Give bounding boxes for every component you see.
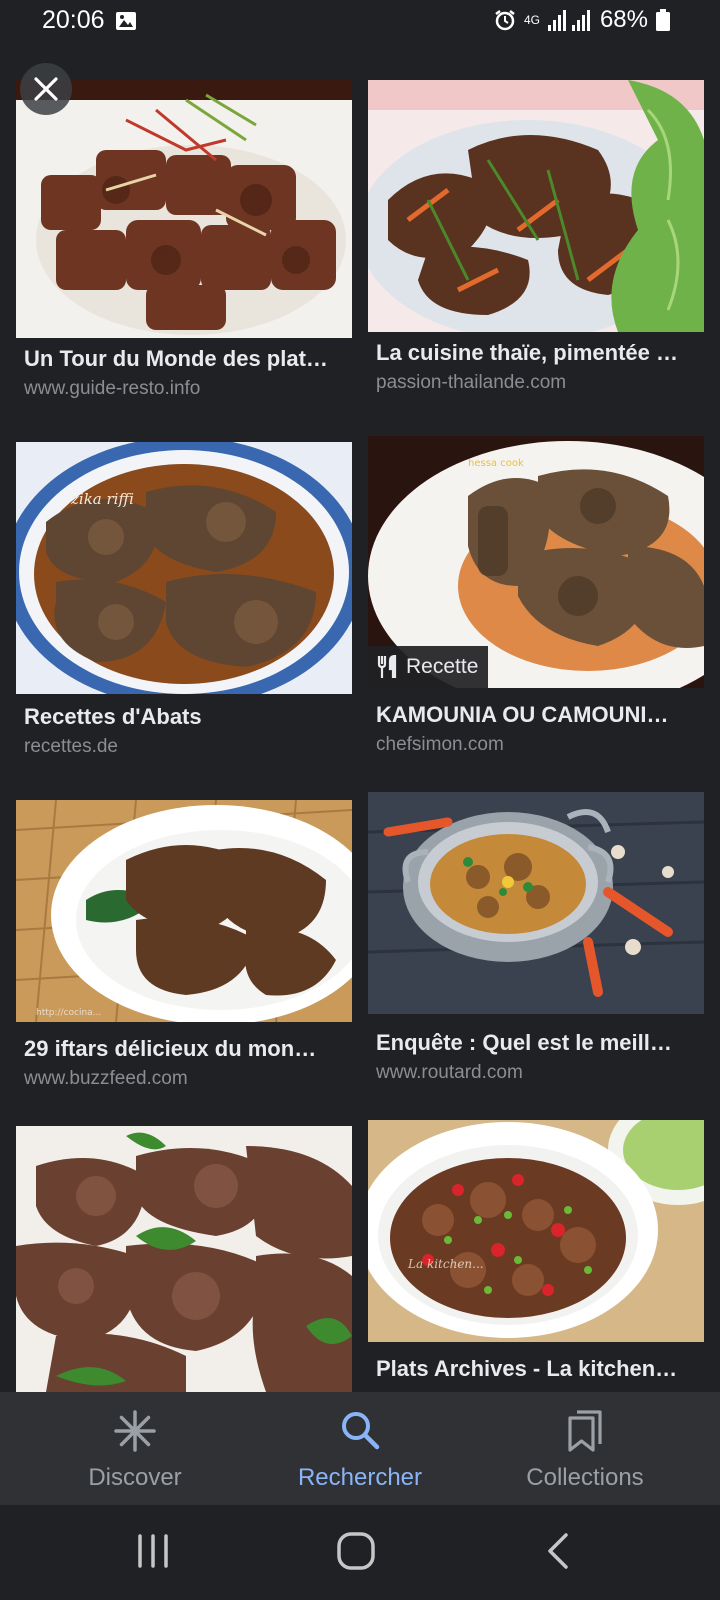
home-icon[interactable] (336, 1531, 376, 1571)
result-title[interactable]: KAMOUNIA OU CAMOUNI… (376, 702, 692, 728)
result-thumbnail[interactable] (368, 80, 704, 332)
nav-label: Collections (526, 1464, 644, 1491)
nav-label: Rechercher (297, 1464, 423, 1491)
result-title[interactable]: Plats Archives - La kitchen… (376, 1356, 692, 1382)
status-right-group: 4G 68% (494, 6, 670, 34)
result-card[interactable]: hessa cook Recette KAMOUNIA OU CAMOUNI… … (368, 436, 704, 766)
result-title[interactable]: Un Tour du Monde des plat… (24, 346, 340, 372)
result-card[interactable]: Enquête : Quel est le meill… www.routard… (368, 792, 704, 1112)
result-source: recettes.de (24, 736, 118, 757)
result-card[interactable]: http://cocina... 29 iftars délicieux du … (16, 800, 352, 1120)
fork-knife-icon (377, 655, 397, 678)
result-card[interactable]: La kitchen... Plats Archives - La kitche… (368, 1120, 704, 1392)
recent-apps-icon[interactable] (136, 1533, 170, 1569)
result-thumbnail[interactable]: La kitchen... (368, 1120, 704, 1342)
result-source: www.guide-resto.info (24, 378, 201, 399)
result-card[interactable]: La cuisine thaïe, pimentée … passion-tha… (368, 80, 704, 420)
result-card[interactable]: Un Tour du Monde des plat… www.guide-res… (16, 80, 352, 420)
result-source: chefsimon.com (376, 734, 504, 755)
battery-percent: 68% (599, 6, 648, 33)
nav-discover[interactable]: Discover (15, 1392, 255, 1505)
search-icon (342, 1412, 380, 1450)
result-source: www.routard.com (376, 1062, 523, 1083)
result-source: www.buzzfeed.com (24, 1068, 188, 1089)
bottom-navigation: Discover Rechercher Collections (0, 1392, 720, 1505)
recipe-badge: Recette (368, 646, 489, 688)
system-navigation-bar (0, 1505, 720, 1600)
asterisk-icon (114, 1410, 156, 1452)
result-title[interactable]: Enquête : Quel est le meill… (376, 1030, 692, 1056)
result-title[interactable]: 29 iftars délicieux du mon… (24, 1036, 340, 1062)
result-thumbnail[interactable]: hessa cook Recette (368, 436, 704, 688)
status-bar: 20:06 4G 68% (0, 0, 720, 44)
result-title[interactable]: La cuisine thaïe, pimentée … (376, 340, 692, 366)
svg-text:http://cocina...: http://cocina... (36, 1008, 101, 1018)
nav-search[interactable]: Rechercher (240, 1392, 480, 1505)
nav-collections[interactable]: Collections (465, 1392, 705, 1505)
result-thumbnail[interactable]: zika riffi (16, 442, 352, 694)
close-button[interactable] (20, 63, 72, 115)
result-thumbnail[interactable] (16, 80, 352, 338)
result-thumbnail[interactable]: http://cocina... (16, 800, 352, 1022)
svg-text:hessa cook: hessa cook (468, 458, 524, 469)
nav-label: Discover (88, 1464, 182, 1491)
bookmarks-icon (568, 1410, 602, 1452)
battery-icon (656, 9, 670, 31)
svg-text:zika riffi: zika riffi (70, 490, 134, 508)
result-thumbnail[interactable] (16, 1126, 352, 1392)
result-title[interactable]: Recettes d'Abats (24, 704, 340, 730)
back-icon[interactable] (546, 1531, 570, 1571)
close-icon (34, 77, 58, 101)
result-source: passion-thailande.com (376, 372, 567, 393)
signal-icon (547, 10, 590, 31)
result-thumbnail[interactable] (368, 792, 704, 1014)
recipe-badge-label: Recette (406, 655, 479, 678)
result-card[interactable]: zika riffi Recettes d'Abats recettes.de (16, 442, 352, 762)
alarm-icon (495, 10, 515, 31)
svg-text:La kitchen...: La kitchen... (407, 1257, 484, 1271)
network-type: 4G (523, 13, 540, 27)
gallery-icon (116, 12, 136, 30)
result-card[interactable] (16, 1126, 352, 1392)
status-time: 20:06 (42, 6, 105, 34)
